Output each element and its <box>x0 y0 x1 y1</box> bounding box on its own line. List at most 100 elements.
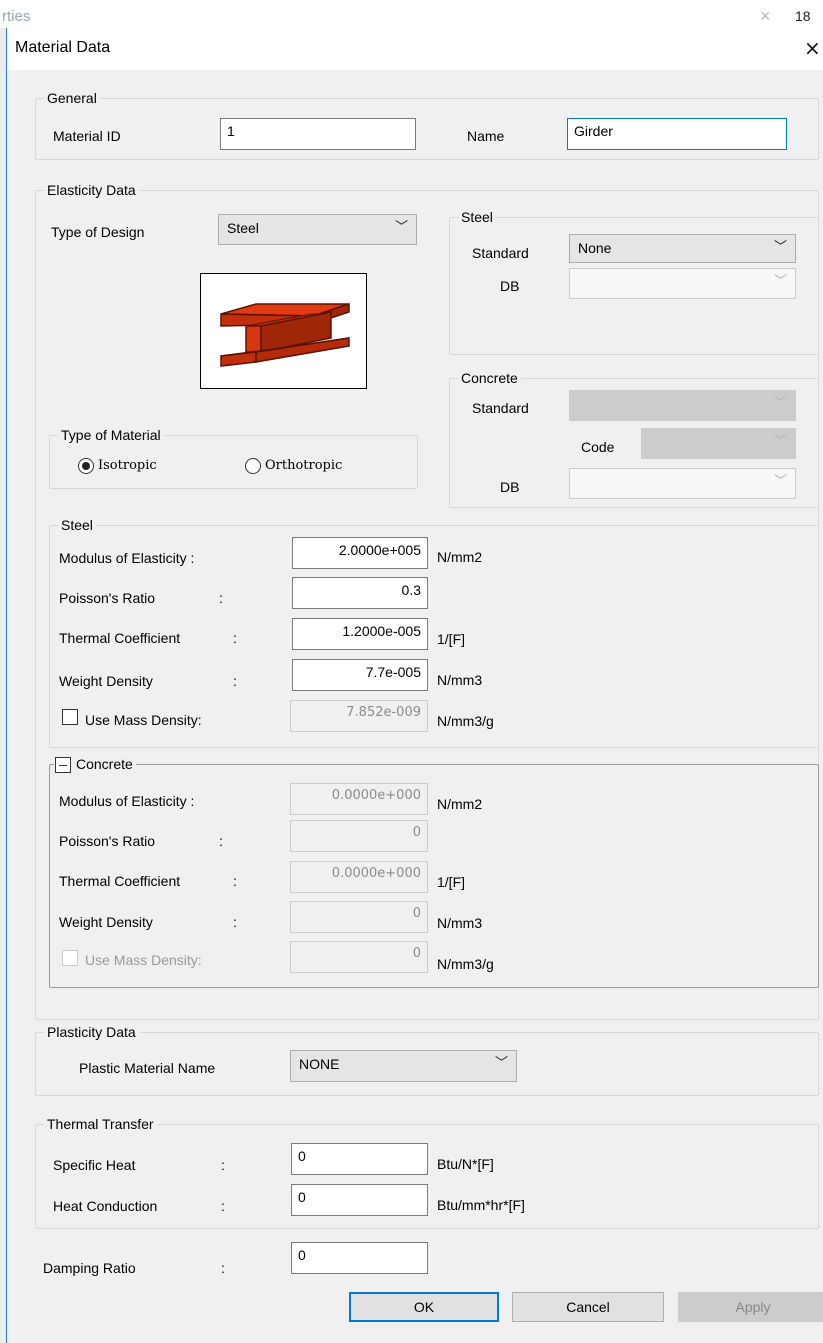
chevron-down-icon: ﹀ <box>773 396 787 411</box>
colon: : <box>219 833 223 849</box>
colon: : <box>233 914 237 930</box>
material-id-label: Material ID <box>53 128 121 144</box>
chevron-down-icon: ﹀ <box>773 474 787 489</box>
steel-thermal-input[interactable]: 1.2000e-005 <box>292 618 428 650</box>
type-of-design-select[interactable]: Steel ﹀ <box>218 214 417 245</box>
apply-button[interactable]: Apply <box>678 1292 823 1322</box>
concrete-poisson-input[interactable]: 0 <box>290 820 428 852</box>
steel-db-label: DB <box>500 278 520 294</box>
chevron-down-icon: ﹀ <box>773 434 787 449</box>
steel-standard-value: None <box>578 240 612 256</box>
plasticity-data-legend: Plasticity Data <box>44 1023 139 1041</box>
name-input[interactable]: Girder <box>567 118 787 150</box>
steel-db-select[interactable]: ﹀ <box>569 268 796 299</box>
colon: : <box>233 630 237 646</box>
type-of-material-legend: Type of Material <box>58 426 164 444</box>
concrete-thermal-label: Thermal Coefficient <box>59 873 181 889</box>
collapse-icon[interactable] <box>55 757 71 773</box>
steel-modulus-unit: N/mm2 <box>437 549 483 565</box>
steel-thermal-label: Thermal Coefficient <box>59 630 181 646</box>
concrete-thermal-unit: 1/[F] <box>437 874 466 890</box>
concrete-modulus-label: Modulus of Elasticity : <box>59 793 195 809</box>
radio-selected-dot <box>82 462 90 470</box>
damping-ratio-label: Damping Ratio <box>43 1260 136 1276</box>
isotropic-label[interactable]: Isotropic <box>98 458 157 473</box>
chevron-down-icon: ﹀ <box>394 220 408 235</box>
steel-standard-legend: Steel <box>458 208 496 226</box>
heat-conduction-unit: Btu/mm*hr*[F] <box>437 1197 525 1213</box>
steel-modulus-input[interactable]: 2.0000e+005 <box>292 537 428 569</box>
steel-standard-select[interactable]: None ﹀ <box>569 234 796 263</box>
chevron-down-icon: ﹀ <box>773 240 787 255</box>
steel-mass-density-unit: N/mm3/g <box>437 713 494 729</box>
concrete-mass-density-label: Use Mass Density: <box>85 952 202 968</box>
name-label: Name <box>467 128 505 144</box>
plastic-material-name-label: Plastic Material Name <box>79 1060 216 1076</box>
steel-poisson-input[interactable]: 0.3 <box>292 577 428 609</box>
background-close-icon: × <box>760 6 771 26</box>
type-of-design-label: Type of Design <box>51 224 145 240</box>
colon: : <box>221 1260 225 1276</box>
dialog-titlebar <box>7 28 823 70</box>
material-image <box>200 273 367 389</box>
concrete-weight-unit: N/mm3 <box>437 915 483 931</box>
concrete-poisson-label: Poisson's Ratio <box>59 833 156 849</box>
material-data-dialog: Material Data × General Material ID 1 Na… <box>6 28 823 1343</box>
chevron-down-icon: ﹀ <box>494 1056 508 1071</box>
orthotropic-radio[interactable] <box>245 458 261 474</box>
close-icon[interactable]: × <box>804 36 821 60</box>
concrete-thermal-input[interactable]: 0.0000e+000 <box>290 861 428 893</box>
concrete-db-select[interactable]: ﹀ <box>569 468 796 499</box>
heat-conduction-label: Heat Conduction <box>53 1198 158 1214</box>
concrete-db-label: DB <box>500 479 520 495</box>
concrete-modulus-unit: N/mm2 <box>437 796 483 812</box>
concrete-mass-density-unit: N/mm3/g <box>437 956 494 972</box>
isotropic-radio[interactable] <box>78 458 94 474</box>
concrete-mass-density-checkbox[interactable] <box>62 950 78 966</box>
concrete-standard-select[interactable]: ﹀ <box>569 390 796 421</box>
concrete-modulus-input[interactable]: 0.0000e+000 <box>290 783 428 815</box>
concrete-code-select[interactable]: ﹀ <box>641 428 796 459</box>
colon: : <box>221 1198 225 1214</box>
ok-button[interactable]: OK <box>349 1292 499 1322</box>
steel-mass-density-input[interactable]: 7.852e-009 <box>290 700 428 732</box>
concrete-code-label: Code <box>581 439 615 455</box>
concrete-standard-legend: Concrete <box>458 369 521 387</box>
specific-heat-label: Specific Heat <box>53 1157 136 1173</box>
colon: : <box>219 590 223 606</box>
thermal-transfer-legend: Thermal Transfer <box>44 1115 157 1133</box>
elasticity-data-legend: Elasticity Data <box>44 181 139 199</box>
concrete-weight-label: Weight Density <box>59 914 153 930</box>
orthotropic-label[interactable]: Orthotropic <box>265 458 342 473</box>
steel-poisson-label: Poisson's Ratio <box>59 590 156 606</box>
chevron-down-icon: ﹀ <box>773 274 787 289</box>
general-legend: General <box>44 89 100 107</box>
steel-modulus-label: Modulus of Elasticity : <box>59 550 195 566</box>
steel-mass-density-label: Use Mass Density: <box>85 712 202 728</box>
specific-heat-unit: Btu/N*[F] <box>437 1156 494 1172</box>
colon: : <box>221 1157 225 1173</box>
steel-properties-legend: Steel <box>58 516 96 534</box>
specific-heat-input[interactable]: 0 <box>291 1143 428 1175</box>
colon: : <box>233 673 237 689</box>
concrete-mass-density-input[interactable]: 0 <box>290 941 428 973</box>
background-window-number: 18 <box>795 8 811 24</box>
material-id-input[interactable]: 1 <box>220 118 416 150</box>
plastic-material-select[interactable]: NONE ﹀ <box>290 1050 517 1082</box>
steel-standard-label: Standard <box>472 245 529 261</box>
colon: : <box>233 873 237 889</box>
steel-mass-density-checkbox[interactable] <box>62 709 78 725</box>
type-of-design-value: Steel <box>227 220 259 236</box>
steel-weight-label: Weight Density <box>59 673 153 689</box>
i-beam-icon <box>220 302 350 367</box>
concrete-weight-input[interactable]: 0 <box>290 901 428 933</box>
cancel-button[interactable]: Cancel <box>512 1292 664 1322</box>
steel-thermal-unit: 1/[F] <box>437 631 466 647</box>
plastic-material-value: NONE <box>299 1056 340 1072</box>
heat-conduction-input[interactable]: 0 <box>291 1184 428 1216</box>
steel-weight-input[interactable]: 7.7e-005 <box>292 659 428 691</box>
dialog-title: Material Data <box>15 39 111 56</box>
steel-weight-unit: N/mm3 <box>437 672 483 688</box>
damping-ratio-input[interactable]: 0 <box>291 1242 428 1274</box>
concrete-standard-label: Standard <box>472 400 529 416</box>
